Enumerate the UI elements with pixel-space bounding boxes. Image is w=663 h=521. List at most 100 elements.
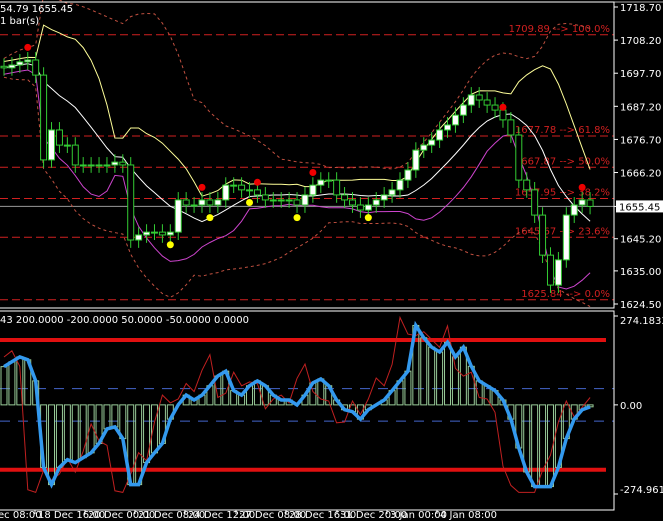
outer-upper-band [3,0,591,170]
price-tick-label: 1687.20 [620,102,661,113]
osc-histogram-bar [111,404,119,428]
osc-histogram-bar [71,404,79,464]
price-tick-label: 1635.00 [620,267,661,278]
fractal-up-marker [24,43,32,51]
osc-histogram-bar [143,404,151,464]
candle-body [285,199,293,202]
candle-body [135,234,143,241]
osc-histogram-bar [539,404,547,488]
fib-level-label: 1645.67 --> 23.6% [515,226,610,237]
fractal-up-marker [578,183,586,191]
candle-body [277,199,285,202]
candle-body [364,204,372,211]
osc-histogram-bar [0,366,8,406]
candle-body [356,204,364,211]
osc-histogram-bar [103,404,111,430]
price-tick-label: 1676.70 [620,135,661,146]
osc-histogram-bar [48,404,56,486]
candle-body [554,259,562,286]
price-tick-label: 1666.20 [620,169,661,180]
candle-body [8,64,16,69]
candle-body [71,144,79,166]
osc-histogram-bar [150,404,158,454]
candle-body [459,104,467,116]
osc-histogram-bar [55,404,63,468]
candle-body [253,189,261,196]
osc-histogram-bar [428,346,436,406]
candle-body [166,231,174,236]
candle-body [341,194,349,201]
candle-body [428,139,436,146]
candle-body [412,149,420,171]
candle-body [372,199,380,206]
candle-body [238,184,246,191]
candle-body [515,134,523,181]
osc-histogram-bar [135,404,143,486]
price-tick-label: 1645.20 [620,235,661,246]
candle-body [24,59,32,63]
price-tick-label: 1624.50 [620,300,661,311]
fractal-down-marker [246,198,254,206]
osc-histogram-bar [63,404,71,461]
price-tick-label: 1697.70 [620,69,661,80]
bars-readout: 1 bar(s) [0,16,40,27]
osc-histogram-bar [8,361,16,406]
candle-body [198,199,206,206]
candle-body [127,164,135,241]
osc-histogram-bar [531,404,539,488]
candle-body [404,169,412,181]
price-panel[interactable]: 1709.89 --> 100.0% 1677.78 --> 61.8% 1667.… [0,0,614,308]
candle-body [333,179,341,196]
candle-body [95,164,103,167]
indicator-params: 43 200.0000 -200.0000 50.0000 -50.0000 0… [0,315,249,326]
candle-body [499,109,507,121]
fractal-down-marker [364,214,372,222]
candle-body [174,199,182,233]
candle-body [570,204,578,216]
time-tick-label: 4 Jan 08:00 [440,510,497,521]
candle-body [269,199,277,202]
price-tick-label: 1708.20 [620,36,661,47]
lower-band [3,69,591,290]
candle-body [301,194,309,206]
fractal-down-marker [293,214,301,222]
price-tick-label: 1718.70 [620,3,661,14]
candle-body [206,199,214,206]
candle-body [63,144,71,147]
candle-body [158,231,166,236]
candle-body [420,144,428,151]
candle-body [79,164,87,167]
candle-body [483,99,491,106]
candle-body [467,94,475,106]
candle-body [396,179,404,191]
osc-histogram-bar [475,380,483,406]
candle-body [261,194,269,201]
trading-chart[interactable]: 1709.89 --> 100.0% 1677.78 --> 61.8% 1667.… [0,0,663,521]
candle-body [531,189,539,216]
osc-histogram-bar [451,356,459,406]
fractal-down-marker [206,214,214,222]
candle-body [562,214,570,261]
candle-body [475,94,483,101]
osc-tick-label: 0.00 [620,401,642,412]
oscillator-panel[interactable] [0,315,614,494]
candle-body [491,104,499,111]
candle-body [111,161,119,166]
fractal-up-marker [499,103,507,111]
candle-body [32,59,40,76]
fib-level-label: 1625.84 --> 0.0% [521,289,610,300]
fib-level-label: 1709.89 --> 100.0% [509,24,610,35]
osc-histogram-bar [420,337,428,406]
candle-body [507,119,515,136]
osc-tick-label: -274.961 [620,485,663,496]
fractal-up-marker [309,169,317,177]
candle-body [222,184,230,201]
candle-body [578,199,586,206]
candle-body [309,184,317,196]
candle-body [55,129,63,146]
candle-body [40,74,48,161]
fib-level-label: 1667.87 --> 50.0% [515,156,610,167]
current-price-label: 1655.45 [619,202,660,213]
candle-body [539,214,547,256]
candle-body [190,204,198,207]
